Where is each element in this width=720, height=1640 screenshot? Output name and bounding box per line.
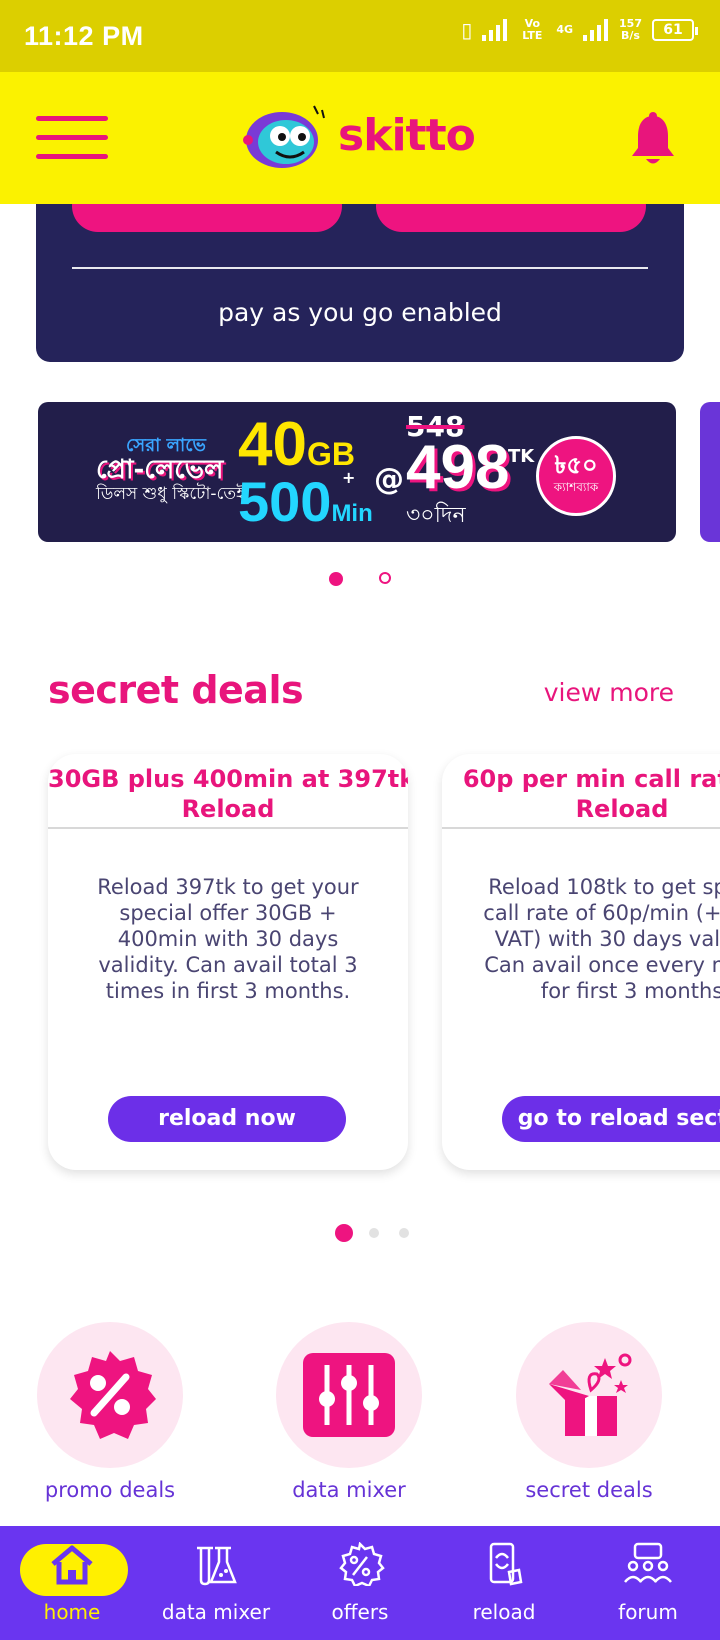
deals-dot-active[interactable] <box>335 1224 353 1242</box>
battery-icon: 61 <box>652 19 698 41</box>
nav-label: data mixer <box>161 1600 271 1624</box>
deal-divider <box>48 827 408 829</box>
deal-title-line-2: Reload <box>575 795 669 823</box>
bell-icon[interactable] <box>630 112 676 166</box>
deal-title: 30GB plus 400min at 397tk Reload <box>48 764 408 824</box>
mascot-icon <box>243 105 325 168</box>
nav-forum[interactable]: forum <box>576 1526 720 1640</box>
category-circle <box>276 1322 422 1468</box>
nav-label: offers <box>331 1600 389 1624</box>
phone-reload-icon <box>489 1542 523 1586</box>
net-speed-unit: B/s <box>621 29 640 42</box>
nav-reload[interactable]: reload <box>432 1526 576 1640</box>
deal-title-line-2: Reload <box>181 795 275 823</box>
go-to-reload-button[interactable]: go to reload section <box>502 1096 720 1142</box>
category-data-mixer[interactable]: data mixer <box>259 1322 439 1502</box>
status-icons: ▯ Vo LTE 4G 157 B/s 61 <box>461 17 698 42</box>
deal-description: Reload 397tk to get your special offer 3… <box>97 875 359 1003</box>
deals-dot[interactable] <box>369 1228 379 1238</box>
section-title: secret deals <box>48 668 304 712</box>
gift-box-icon <box>549 1353 632 1436</box>
cashback-badge: ৳৫০ ক্যাশব্যাক <box>536 436 616 516</box>
banner-dot[interactable] <box>379 572 391 584</box>
deals-pagination <box>0 1224 720 1244</box>
brand-name: skitto <box>338 109 476 161</box>
payg-status: pay as you go enabled <box>218 298 502 327</box>
banner-minutes-amount: 500 <box>238 470 332 533</box>
banner-line-2: প্রো-লেভেল <box>96 455 224 485</box>
volte-label: Vo LTE <box>522 17 543 42</box>
percent-gear-icon <box>339 1542 385 1586</box>
category-circle <box>37 1322 183 1468</box>
cashback-label: ক্যাশব্যাক <box>553 480 599 494</box>
banner-data-unit: GB <box>306 436 355 472</box>
banner-validity: ৩০দিন <box>406 503 466 528</box>
banner-currency: TK <box>508 446 535 467</box>
app-screen: 11:12 PM ▯ Vo LTE 4G 157 B/s 61 pay as yo… <box>0 0 720 1640</box>
deal-title: 60p per min call rate at Reload <box>442 764 720 824</box>
nav-data-mixer[interactable]: data mixer <box>144 1526 288 1640</box>
nav-home[interactable]: home <box>0 1526 144 1640</box>
nav-offers[interactable]: offers <box>288 1526 432 1640</box>
network-type-label: 4G <box>556 23 574 36</box>
deal-title-line-1: 60p per min call rate at <box>462 765 720 793</box>
battery-level: 61 <box>663 22 683 38</box>
banner-plus: + <box>342 468 356 487</box>
home-icon <box>51 1545 93 1585</box>
signal-icon <box>482 19 508 41</box>
category-label: secret deals <box>525 1478 653 1502</box>
signal-icon-2 <box>583 19 609 41</box>
deal-divider <box>442 827 720 829</box>
nav-label: home <box>43 1600 101 1624</box>
view-more-link[interactable]: view more <box>544 678 674 707</box>
deal-title-line-1: 30GB plus 400min at 397tk <box>48 765 408 793</box>
category-label: promo deals <box>44 1478 176 1502</box>
bottom-navigation: home data mixer offers reload forum <box>0 1526 720 1640</box>
group-icon <box>624 1542 672 1583</box>
vibrate-icon: ▯ <box>461 18 473 42</box>
banner-minutes-unit: Min <box>331 500 373 527</box>
banner-tagline: সেরা লাভে প্রো-লেভেল ডিলস শুধু স্কিটো-তে… <box>96 434 245 506</box>
cashback-amount: ৳৫০ <box>554 451 598 479</box>
next-banner-peek[interactable] <box>700 402 720 542</box>
banner-at: @ <box>374 462 404 497</box>
banner-pagination <box>0 572 720 592</box>
flask-icon <box>197 1546 237 1586</box>
status-time: 11:12 PM <box>24 20 144 51</box>
category-label: data mixer <box>292 1478 406 1502</box>
status-bar: 11:12 PM ▯ Vo LTE 4G 157 B/s 61 <box>0 0 720 72</box>
deal-card: 30GB plus 400min at 397tk Reload Reload … <box>48 754 408 1170</box>
deal-card: 60p per min call rate at Reload Reload 1… <box>442 754 720 1170</box>
category-promo-deals[interactable]: promo deals <box>20 1322 200 1502</box>
percent-badge-icon <box>70 1351 156 1439</box>
nav-label: reload <box>472 1600 536 1624</box>
hamburger-icon[interactable] <box>36 116 108 160</box>
account-divider <box>72 267 648 269</box>
category-circle <box>516 1322 662 1468</box>
sliders-icon <box>303 1353 395 1437</box>
deal-description: Reload 108tk to get special call rate of… <box>483 875 720 1003</box>
deals-dot[interactable] <box>399 1228 409 1238</box>
category-secret-deals[interactable]: secret deals <box>499 1322 679 1502</box>
banner-data-amount: 40 <box>238 410 307 479</box>
promo-banner[interactable]: সেরা লাভে প্রো-লেভেল ডিলস শুধু স্কিটো-তে… <box>38 402 676 542</box>
banner-dot-active[interactable] <box>329 572 343 586</box>
brand-logo: skitto <box>240 100 476 170</box>
nav-label: forum <box>618 1600 678 1624</box>
app-header: skitto <box>0 72 720 204</box>
reload-now-button[interactable]: reload now <box>108 1096 346 1142</box>
net-speed: 157 B/s <box>619 18 642 42</box>
banner-line-3: ডিলস শুধু স্কিটো-তেই <box>96 484 246 504</box>
banner-price: 498 <box>406 433 510 502</box>
